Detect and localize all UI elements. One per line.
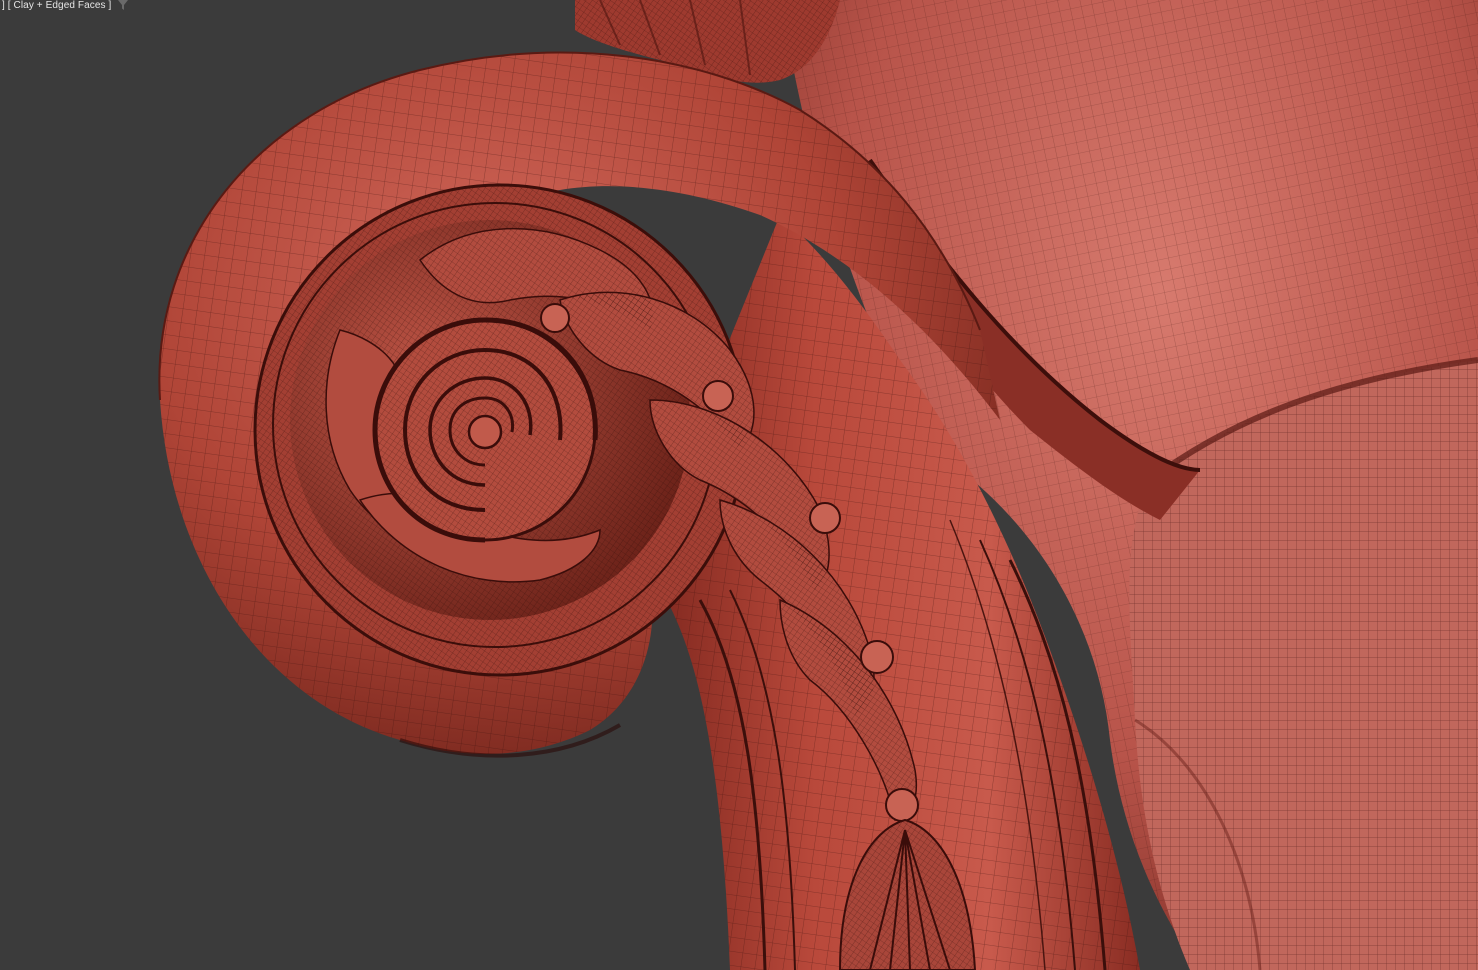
scroll-spiral xyxy=(372,317,598,543)
model-render[interactable] xyxy=(0,0,1478,970)
viewport-label-text[interactable]: ] [ Clay + Edged Faces ] xyxy=(2,0,111,11)
funnel-filter-icon[interactable] xyxy=(117,0,129,11)
3d-viewport[interactable]: ] [ Clay + Edged Faces ] xyxy=(0,0,1478,970)
viewport-shading-label[interactable]: ] [ Clay + Edged Faces ] xyxy=(2,0,129,12)
